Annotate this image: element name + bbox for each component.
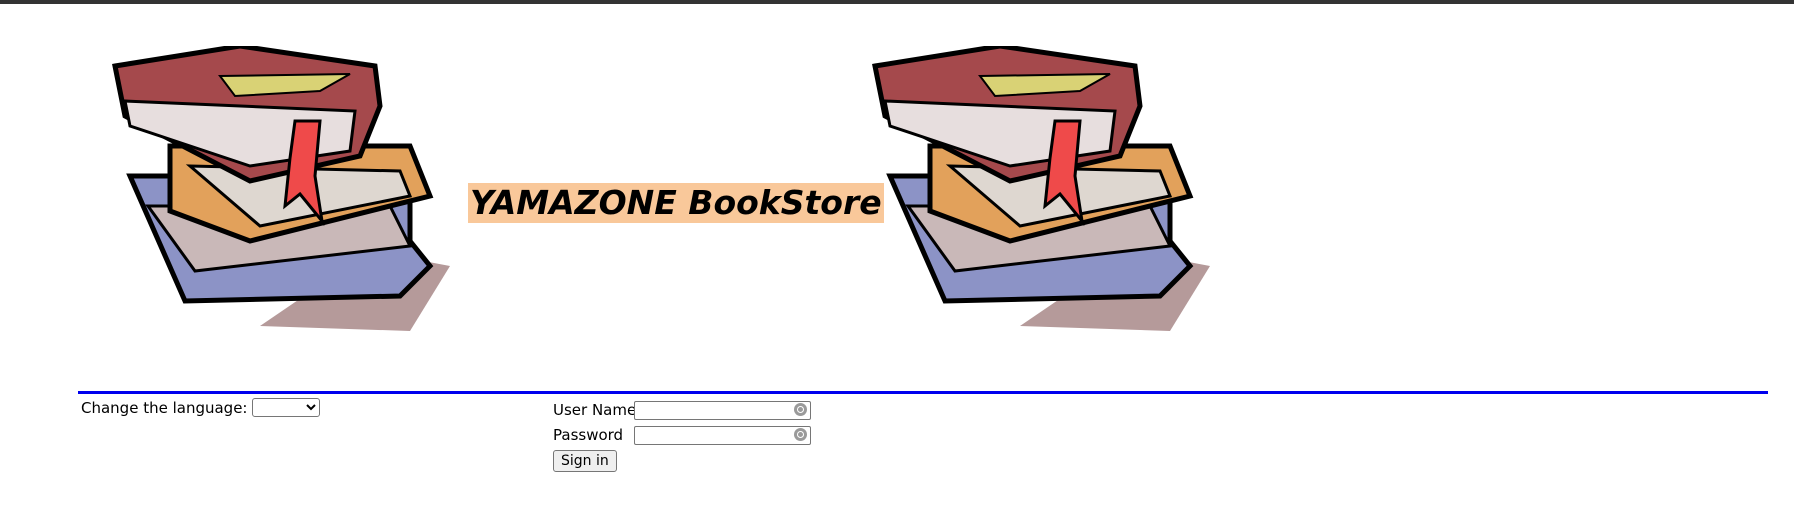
login-form: User Name Password Sign in bbox=[553, 397, 811, 472]
username-field-wrap bbox=[634, 400, 811, 420]
password-label: Password bbox=[553, 425, 624, 444]
book-stack-icon bbox=[110, 46, 462, 356]
username-input[interactable] bbox=[634, 401, 811, 420]
browser-top-bar bbox=[0, 0, 1794, 4]
page-title: YAMAZONE BookStore bbox=[468, 183, 884, 223]
username-row: User Name bbox=[553, 397, 811, 422]
password-key-icon[interactable] bbox=[794, 428, 807, 441]
sign-in-button[interactable]: Sign in bbox=[553, 450, 617, 472]
language-label: Change the language: bbox=[81, 398, 248, 417]
header-divider bbox=[78, 391, 1768, 394]
book-stack-icon bbox=[870, 46, 1222, 356]
password-row: Password bbox=[553, 422, 811, 447]
password-input[interactable] bbox=[634, 426, 811, 445]
language-section: Change the language: bbox=[81, 398, 321, 417]
username-label: User Name bbox=[553, 400, 637, 419]
password-key-icon[interactable] bbox=[794, 403, 807, 416]
password-field-wrap bbox=[634, 425, 811, 445]
language-select[interactable] bbox=[252, 398, 321, 417]
